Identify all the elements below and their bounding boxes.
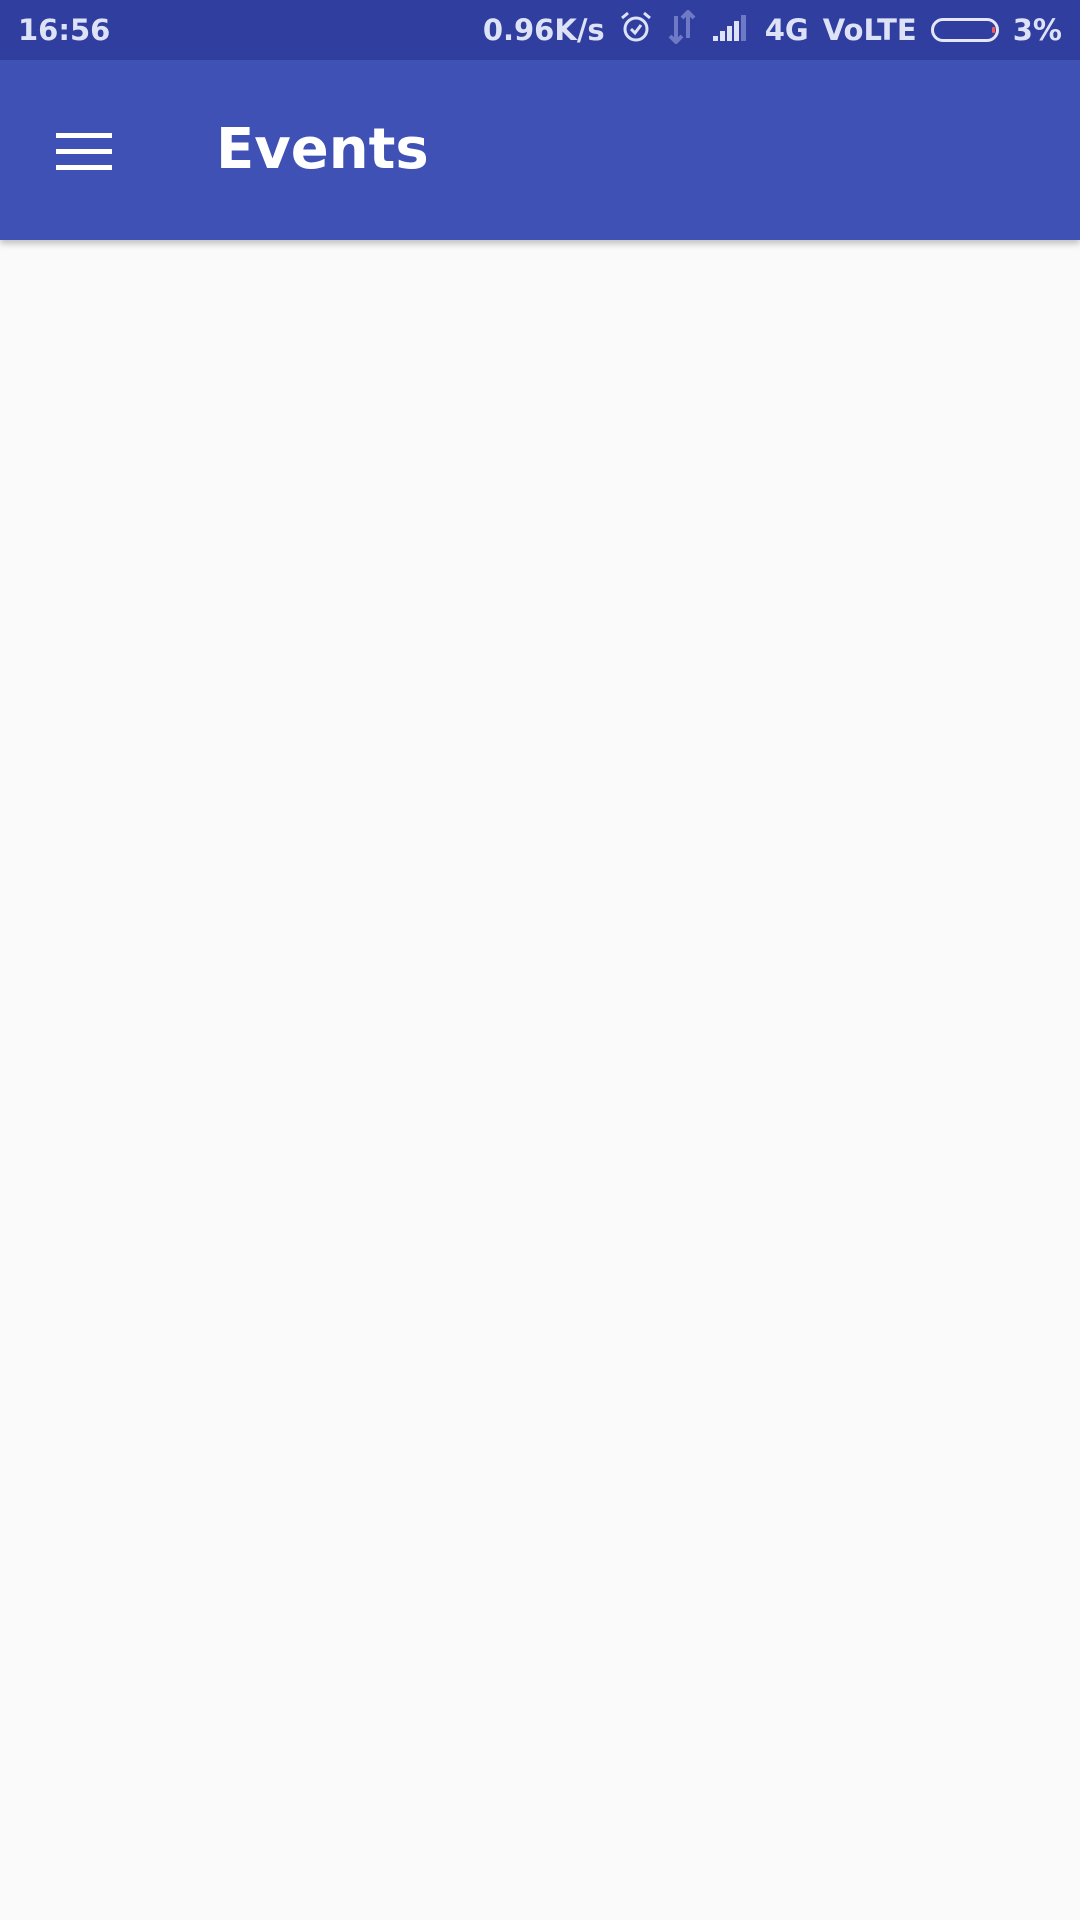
hamburger-menu-button[interactable] <box>40 108 128 196</box>
app-bar: Events <box>0 60 1080 240</box>
status-time: 16:56 <box>18 13 111 47</box>
alarm-icon <box>619 10 653 51</box>
status-bar: 16:56 0.96K/s 4G VoLTE 3% <box>0 0 1080 60</box>
volte-indicator: VoLTE <box>822 13 917 47</box>
battery-percent: 3% <box>1012 13 1062 47</box>
status-indicators: 0.96K/s 4G VoLTE 3% <box>483 0 1062 60</box>
signal-icon <box>711 12 751 49</box>
network-type: 4G <box>764 13 809 47</box>
network-speed: 0.96K/s <box>482 13 605 47</box>
page-title: Events <box>216 117 429 182</box>
battery-icon <box>930 18 999 42</box>
events-content-area <box>0 240 1080 1920</box>
hamburger-menu-icon <box>56 133 112 170</box>
data-transfer-icon <box>667 8 697 51</box>
